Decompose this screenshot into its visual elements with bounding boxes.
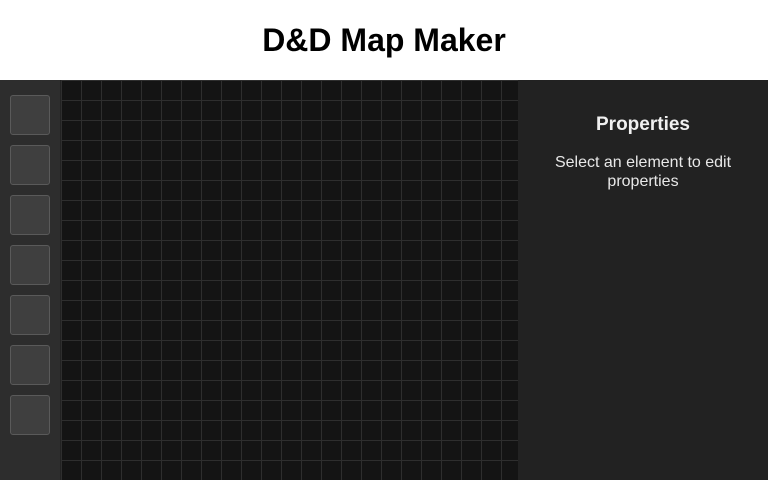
tool-button-7[interactable] [10, 395, 50, 435]
tool-button-1[interactable] [10, 95, 50, 135]
properties-title: Properties [596, 114, 690, 135]
tool-button-2[interactable] [10, 145, 50, 185]
properties-panel: Properties Select an element to edit pro… [518, 80, 768, 480]
workspace: Properties Select an element to edit pro… [0, 80, 768, 480]
app-header: D&D Map Maker [0, 0, 768, 80]
tool-button-5[interactable] [10, 295, 50, 335]
tool-sidebar [0, 80, 60, 480]
properties-empty-message: Select an element to edit properties [554, 154, 732, 190]
tool-button-4[interactable] [10, 245, 50, 285]
page-title: D&D Map Maker [262, 21, 506, 58]
map-grid-canvas[interactable] [60, 80, 518, 480]
tool-button-6[interactable] [10, 345, 50, 385]
app-root: D&D Map Maker Properties Select an eleme… [0, 0, 768, 480]
tool-button-3[interactable] [10, 195, 50, 235]
